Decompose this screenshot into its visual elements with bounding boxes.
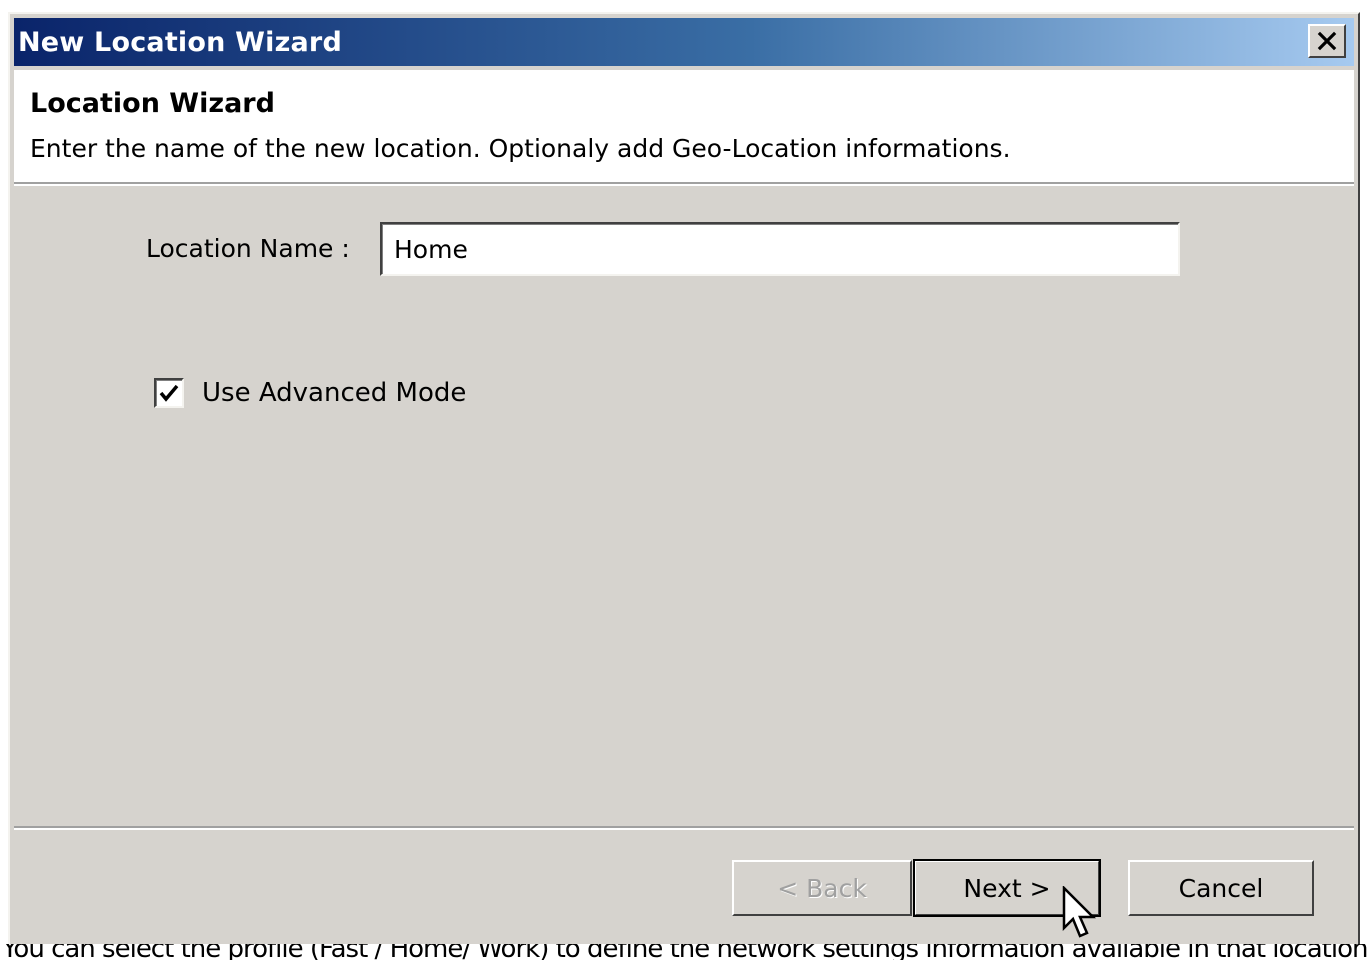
header-divider — [14, 184, 1354, 186]
advanced-mode-checkbox[interactable] — [154, 378, 184, 408]
window-title: New Location Wizard — [18, 26, 342, 58]
location-name-input[interactable] — [380, 222, 1180, 276]
location-name-label: Location Name : — [146, 234, 350, 263]
new-location-wizard-dialog: New Location Wizard Location Wizard Ente… — [8, 12, 1360, 948]
wizard-header: Location Wizard Enter the name of the ne… — [14, 70, 1354, 184]
cancel-button[interactable]: Cancel — [1128, 860, 1314, 916]
checkmark-icon — [159, 384, 179, 402]
close-button[interactable] — [1308, 24, 1346, 58]
footer-divider — [14, 826, 1354, 830]
caption-text: You can select the profile (Fast / Home/… — [2, 944, 1368, 960]
close-icon — [1317, 31, 1337, 51]
mouse-pointer-icon — [1062, 886, 1097, 938]
advanced-mode-label: Use Advanced Mode — [202, 378, 467, 408]
advanced-mode-checkbox-row[interactable]: Use Advanced Mode — [154, 378, 466, 408]
wizard-step-title: Location Wizard — [30, 88, 275, 119]
back-button[interactable]: < Back — [732, 860, 912, 916]
wizard-step-description: Enter the name of the new location. Opti… — [30, 134, 1011, 163]
title-bar[interactable]: New Location Wizard — [14, 18, 1354, 66]
caption-strip: You can select the profile (Fast / Home/… — [0, 944, 1368, 960]
